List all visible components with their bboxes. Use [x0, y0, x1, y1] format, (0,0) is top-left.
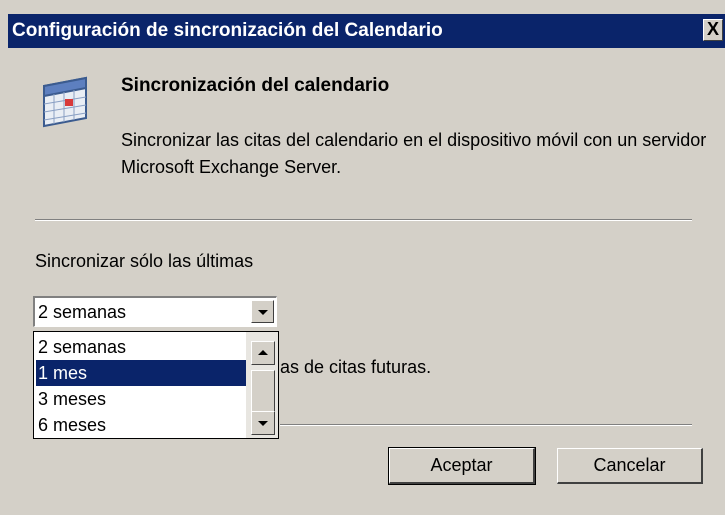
sync-period-value: 2 semanas — [38, 302, 127, 322]
separator — [35, 219, 692, 221]
option-1-mes[interactable]: 1 mes — [36, 360, 248, 386]
dropdown-button[interactable] — [251, 300, 274, 323]
bottom-separator — [280, 424, 692, 426]
chevron-down-icon — [257, 309, 268, 315]
sync-period-select[interactable]: 2 semanas — [33, 296, 277, 327]
sync-period-dropdown-list[interactable]: 2 semanas 1 mes 3 meses 6 meses — [33, 331, 279, 439]
close-button[interactable]: X — [703, 19, 723, 41]
window-title: Configuración de sincronización del Cale… — [12, 20, 443, 41]
dropdown-scrollbar[interactable] — [246, 332, 278, 438]
cancel-button[interactable]: Cancelar — [557, 448, 703, 484]
section-description: Sincronizar las citas del calendario en … — [121, 130, 707, 177]
scroll-thumb[interactable] — [251, 370, 275, 412]
chevron-down-icon — [258, 421, 268, 426]
option-3-meses[interactable]: 3 meses — [36, 386, 248, 412]
accept-button[interactable]: Aceptar — [388, 447, 536, 485]
future-appointments-text: as de citas futuras. — [280, 357, 432, 377]
scroll-down-button[interactable] — [251, 411, 275, 435]
sync-period-label: Sincronizar sólo las últimas — [35, 251, 254, 271]
section-heading: Sincronización del calendario — [121, 75, 390, 96]
dialog-window: Configuración de sincronización del Cale… — [0, 0, 725, 515]
title-bar[interactable]: Configuración de sincronización del Cale… — [8, 14, 725, 48]
option-6-meses[interactable]: 6 meses — [36, 412, 248, 438]
chevron-up-icon — [258, 350, 268, 355]
calendar-icon — [43, 76, 87, 128]
option-2-semanas[interactable]: 2 semanas — [36, 334, 248, 360]
scroll-up-button[interactable] — [251, 341, 275, 365]
